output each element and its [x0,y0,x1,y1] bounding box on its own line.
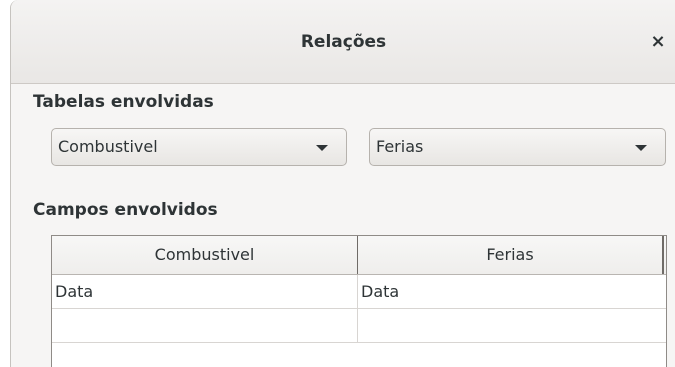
table-row [52,309,666,343]
right-table-value: Ferias [376,137,424,156]
grid-header: Combustivel Ferias [52,236,666,275]
right-table-dropdown[interactable]: Ferias [369,128,666,166]
fields-section-label: Campos envolvidos [33,200,218,220]
dialog-title: Relações [300,32,387,52]
tables-section-label: Tabelas envolvidas [33,92,214,112]
fields-grid: Combustivel Ferias Data Data [51,235,667,367]
column-header-right[interactable]: Ferias [358,236,664,274]
field-cell-right[interactable]: Data [358,275,666,309]
chevron-down-icon [635,145,647,151]
left-table-dropdown[interactable]: Combustivel [51,128,347,166]
field-cell-left[interactable]: Data [52,275,358,309]
column-header-left[interactable]: Combustivel [52,236,358,274]
close-icon[interactable]: × [644,28,672,56]
relations-dialog: Relações × Tabelas envolvidas Combustive… [10,0,675,367]
field-cell-right[interactable] [358,309,666,343]
field-cell-left[interactable] [52,309,358,343]
title-bar[interactable]: Relações × [11,0,675,84]
chevron-down-icon [316,145,328,151]
table-row: Data Data [52,275,666,309]
left-table-value: Combustivel [58,137,158,156]
